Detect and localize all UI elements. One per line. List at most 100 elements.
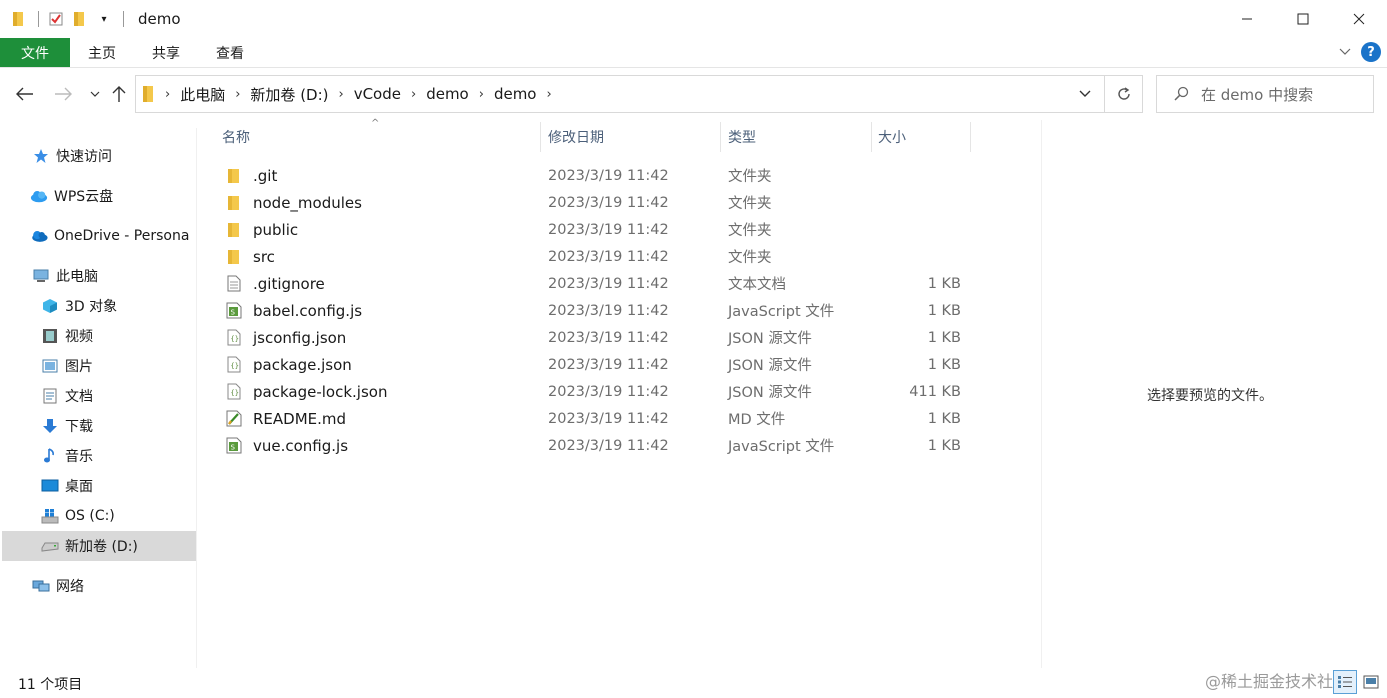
table-row[interactable]: .git 2023/3/19 11:42 文件夹 bbox=[215, 162, 975, 189]
document-icon bbox=[41, 387, 59, 405]
close-button[interactable] bbox=[1331, 0, 1387, 38]
minimize-button[interactable] bbox=[1219, 0, 1275, 38]
table-row[interactable]: public 2023/3/19 11:42 文件夹 bbox=[215, 216, 975, 243]
table-row[interactable]: Sbabel.config.js 2023/3/19 11:42 JavaScrip… bbox=[215, 297, 975, 324]
address-history-button[interactable] bbox=[1066, 76, 1104, 112]
file-date: 2023/3/19 11:42 bbox=[548, 248, 669, 265]
column-divider[interactable] bbox=[970, 122, 971, 152]
file-type: JavaScript 文件 bbox=[728, 439, 835, 455]
tab-file[interactable]: 文件 bbox=[0, 38, 70, 67]
column-divider[interactable] bbox=[871, 122, 872, 152]
md-file-icon bbox=[225, 410, 243, 428]
window-title: demo bbox=[138, 10, 181, 28]
table-row[interactable]: {} package.json 2023/3/19 11:42 JSON 源文件 1 K… bbox=[215, 351, 975, 378]
forward-button[interactable] bbox=[52, 83, 74, 105]
chevron-right-icon[interactable]: › bbox=[334, 87, 349, 102]
table-row[interactable]: {} jsconfig.json 2023/3/19 11:42 JSON 源文件 1 … bbox=[215, 324, 975, 351]
search-icon bbox=[1173, 86, 1189, 102]
breadcrumb-this-pc[interactable]: 此电脑 bbox=[175, 84, 230, 105]
sidebar-item-pictures[interactable]: 图片 bbox=[41, 351, 93, 381]
folder-icon bbox=[225, 194, 243, 212]
sidebar-item-drive-d[interactable]: 新加卷 (D:) bbox=[2, 531, 196, 561]
recent-locations-button[interactable] bbox=[84, 83, 106, 105]
sidebar-item-network[interactable]: 网络 bbox=[32, 571, 84, 601]
file-name-cell: public bbox=[225, 216, 298, 243]
maximize-button[interactable] bbox=[1275, 0, 1331, 38]
chevron-right-icon[interactable]: › bbox=[160, 87, 175, 102]
customize-toolbar-icon[interactable]: ▾ bbox=[95, 10, 113, 28]
expand-ribbon-icon[interactable] bbox=[1339, 45, 1351, 59]
sidebar-item-drive-c[interactable]: OS (C:) bbox=[41, 501, 115, 531]
chevron-down-icon bbox=[90, 91, 100, 97]
file-type: JavaScript 文件 bbox=[728, 304, 835, 320]
table-row[interactable]: {} package-lock.json 2023/3/19 11:42 JSON 源… bbox=[215, 378, 975, 405]
back-button[interactable] bbox=[14, 83, 36, 105]
up-button[interactable] bbox=[108, 83, 130, 105]
large-icons-view-button[interactable] bbox=[1359, 670, 1383, 694]
chevron-right-icon[interactable]: › bbox=[541, 87, 556, 102]
json-file-icon: {} bbox=[225, 383, 243, 401]
network-icon bbox=[32, 577, 50, 595]
preview-message: 选择要预览的文件。 bbox=[1147, 388, 1273, 404]
column-header-size[interactable]: 大小 bbox=[878, 120, 970, 154]
file-name-cell: {} package-lock.json bbox=[225, 378, 387, 405]
sidebar-item-onedrive[interactable]: OneDrive - Persona bbox=[30, 221, 197, 251]
file-name-cell: .git bbox=[225, 162, 277, 189]
sidebar-item-music[interactable]: 音乐 bbox=[41, 441, 93, 471]
onedrive-icon bbox=[30, 227, 48, 245]
tab-share[interactable]: 共享 bbox=[134, 38, 198, 67]
folder-icon bbox=[225, 248, 243, 266]
column-header-name[interactable]: 名称 bbox=[222, 120, 540, 154]
breadcrumb-demo-current[interactable]: demo bbox=[489, 85, 542, 103]
chevron-right-icon[interactable]: › bbox=[474, 87, 489, 102]
preview-pane: 选择要预览的文件。 bbox=[1041, 120, 1387, 668]
sidebar-item-wps-cloud[interactable]: WPS云盘 bbox=[30, 181, 113, 211]
file-name: babel.config.js bbox=[253, 301, 363, 320]
details-view-button[interactable] bbox=[1333, 670, 1357, 694]
sidebar-item-downloads[interactable]: 下载 bbox=[41, 411, 93, 441]
tab-view[interactable]: 查看 bbox=[198, 38, 262, 67]
column-divider[interactable] bbox=[720, 122, 721, 152]
table-row[interactable]: README.md 2023/3/19 11:42 MD 文件 1 KB bbox=[215, 405, 975, 432]
column-header-date[interactable]: 修改日期 bbox=[548, 120, 720, 154]
folder-icon bbox=[10, 10, 28, 28]
sidebar-item-3d-objects[interactable]: 3D 对象 bbox=[41, 291, 117, 321]
file-size: 1 KB bbox=[927, 329, 961, 346]
chevron-right-icon[interactable]: › bbox=[406, 87, 421, 102]
sidebar-item-this-pc[interactable]: 此电脑 bbox=[32, 261, 98, 291]
file-date: 2023/3/19 11:42 bbox=[548, 410, 669, 427]
properties-icon[interactable] bbox=[47, 10, 65, 28]
watermark: @稀土掘金技术社区 bbox=[1205, 672, 1350, 691]
new-folder-icon[interactable] bbox=[71, 10, 89, 28]
ribbon-controls: ? bbox=[1339, 42, 1381, 62]
refresh-button[interactable] bbox=[1104, 76, 1142, 112]
column-divider[interactable] bbox=[540, 122, 541, 152]
address-bar[interactable]: › 此电脑 › 新加卷 (D:) › vCode › demo › demo › bbox=[135, 75, 1143, 113]
breadcrumb-vcode[interactable]: vCode bbox=[349, 85, 406, 103]
table-row[interactable]: .gitignore 2023/3/19 11:42 文本文档 1 KB bbox=[215, 270, 975, 297]
breadcrumb-demo[interactable]: demo bbox=[421, 85, 474, 103]
file-type: JSON 源文件 bbox=[728, 358, 812, 374]
table-row[interactable]: node_modules 2023/3/19 11:42 文件夹 bbox=[215, 189, 975, 216]
help-icon[interactable]: ? bbox=[1361, 42, 1381, 62]
breadcrumb-drive-d[interactable]: 新加卷 (D:) bbox=[245, 84, 333, 105]
file-date: 2023/3/19 11:42 bbox=[548, 437, 669, 454]
column-header-type[interactable]: 类型 bbox=[728, 120, 871, 154]
table-row[interactable]: Svue.config.js 2023/3/19 11:42 JavaScript … bbox=[215, 432, 975, 459]
sidebar-item-videos[interactable]: 视频 bbox=[41, 321, 93, 351]
sidebar-item-desktop[interactable]: 桌面 bbox=[41, 471, 93, 501]
chevron-right-icon[interactable]: › bbox=[230, 87, 245, 102]
json-file-icon: {} bbox=[225, 356, 243, 374]
sidebar-item-documents[interactable]: 文档 bbox=[41, 381, 93, 411]
search-input[interactable]: 在 demo 中搜索 bbox=[1156, 75, 1374, 113]
chevron-down-icon bbox=[1079, 90, 1091, 97]
file-name: node_modules bbox=[253, 193, 362, 212]
table-row[interactable]: src 2023/3/19 11:42 文件夹 bbox=[215, 243, 975, 270]
sidebar-item-quick-access[interactable]: 快速访问 bbox=[32, 141, 112, 171]
file-type: 文件夹 bbox=[728, 223, 772, 239]
json-file-icon: {} bbox=[225, 329, 243, 347]
tab-home[interactable]: 主页 bbox=[70, 38, 134, 67]
status-bar: 11 个项目 @稀土掘金技术社区 bbox=[0, 668, 1387, 698]
maximize-icon bbox=[1297, 13, 1309, 25]
search-placeholder: 在 demo 中搜索 bbox=[1201, 85, 1314, 104]
